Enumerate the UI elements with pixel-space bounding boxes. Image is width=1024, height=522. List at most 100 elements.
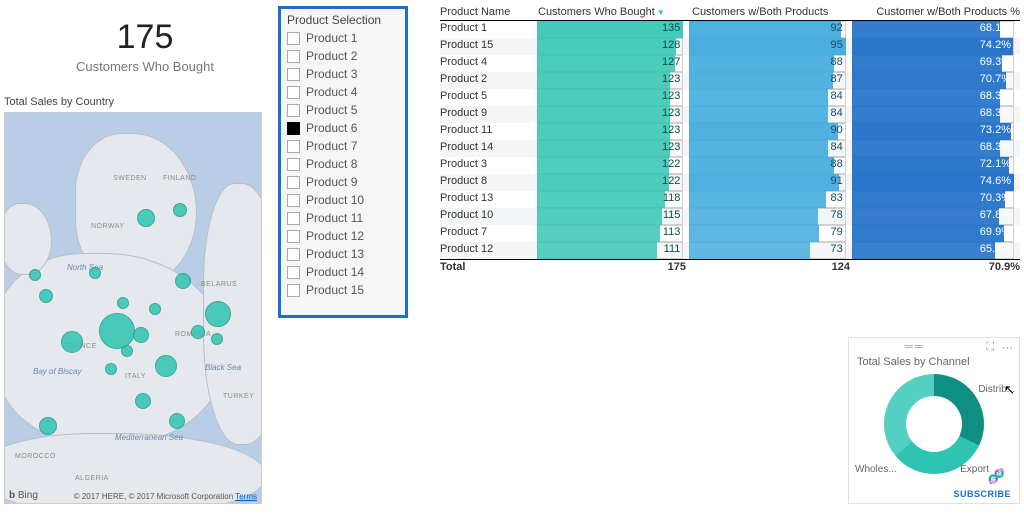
bar-cell: 123 bbox=[537, 89, 683, 106]
table-row[interactable]: Product 101157867.8% bbox=[440, 208, 1020, 225]
table-row[interactable]: Product 81229174.6% bbox=[440, 174, 1020, 191]
checkbox-icon[interactable] bbox=[287, 248, 300, 261]
checkbox-icon[interactable] bbox=[287, 158, 300, 171]
table-row[interactable]: Product 2123 87 70.7% bbox=[440, 72, 1020, 89]
slicer-item-label: Product 6 bbox=[306, 121, 357, 135]
table-row[interactable]: Product 151289574.2% bbox=[440, 38, 1020, 55]
slicer-item-label: Product 7 bbox=[306, 139, 357, 153]
slicer-item[interactable]: Product 8 bbox=[287, 155, 399, 173]
sea-label: Mediterranean Sea bbox=[115, 433, 183, 442]
table-row[interactable]: Product 51238468.3% bbox=[440, 89, 1020, 106]
slicer-item[interactable]: Product 2 bbox=[287, 47, 399, 65]
bar-cell: 72.1% bbox=[852, 157, 1014, 174]
bar-cell: 84 bbox=[689, 89, 845, 106]
slicer-item-label: Product 14 bbox=[306, 265, 364, 279]
bar-cell: 73.2% bbox=[852, 123, 1014, 140]
drag-handle-icon[interactable]: ══ bbox=[905, 341, 925, 353]
slicer-item-label: Product 3 bbox=[306, 67, 357, 81]
bar-cell: 65.8% bbox=[852, 242, 1014, 259]
product-table[interactable]: Product Name Customers Who Bought▼ Custo… bbox=[440, 6, 1020, 273]
table-row[interactable]: Product 41278869.3% bbox=[440, 55, 1020, 72]
checkbox-icon[interactable] bbox=[287, 212, 300, 225]
bar-cell: 74.6% bbox=[852, 174, 1014, 191]
checkbox-icon[interactable] bbox=[287, 32, 300, 45]
bar-cell: 84 bbox=[689, 140, 845, 157]
table-row[interactable]: Product 141238468.3% bbox=[440, 140, 1020, 157]
table-row[interactable]: Product 71137969.9% bbox=[440, 225, 1020, 242]
bar-cell: 78 bbox=[689, 208, 845, 225]
more-icon[interactable]: ⋯ bbox=[1002, 341, 1013, 354]
col-customers-both[interactable]: Customers w/Both Products bbox=[692, 6, 856, 18]
map-visual[interactable]: SWEDEN FINLAND NORWAY BELARUS FRANCE ITA… bbox=[4, 112, 262, 504]
cell-product-name: Product 14 bbox=[440, 140, 537, 157]
slicer-item-label: Product 13 bbox=[306, 247, 364, 261]
checkbox-icon[interactable] bbox=[287, 230, 300, 243]
map-label: ALGERIA bbox=[75, 475, 109, 482]
checkbox-icon[interactable] bbox=[287, 50, 300, 63]
cell-product-name: Product 7 bbox=[440, 225, 537, 242]
slicer-item[interactable]: Product 14 bbox=[287, 263, 399, 281]
slicer-item-label: Product 11 bbox=[306, 211, 363, 225]
bar-cell: 118 bbox=[537, 191, 683, 208]
cell-product-name: Product 15 bbox=[440, 38, 537, 55]
kpi-card: 175 Customers Who Bought bbox=[30, 18, 260, 74]
checkbox-icon[interactable] bbox=[287, 140, 300, 153]
table-row[interactable]: Product 31228872.1% bbox=[440, 157, 1020, 174]
terms-link[interactable]: Terms bbox=[235, 492, 257, 501]
slicer-title: Product Selection bbox=[287, 13, 399, 27]
checkbox-icon[interactable] bbox=[287, 266, 300, 279]
table-row[interactable]: Product 91238468.3% bbox=[440, 106, 1020, 123]
product-slicer[interactable]: Product Selection Product 1Product 2 Prod… bbox=[278, 6, 408, 318]
bar-cell: 83 bbox=[689, 191, 845, 208]
cell-product-name: Product 5 bbox=[440, 89, 537, 106]
slicer-item[interactable]: Product 5 bbox=[287, 101, 399, 119]
bar-cell: 69.9% bbox=[852, 225, 1014, 242]
slicer-item[interactable]: Product 1 bbox=[287, 29, 399, 47]
subscribe-link[interactable]: SUBSCRIBE bbox=[953, 489, 1011, 499]
bar-cell: 123 bbox=[537, 106, 683, 123]
col-product-name[interactable]: Product Name bbox=[440, 6, 538, 18]
bar-cell: 68.1% bbox=[852, 21, 1014, 38]
checkbox-icon[interactable] bbox=[287, 176, 300, 189]
bar-cell: 88 bbox=[689, 157, 845, 174]
map-label: SWEDEN bbox=[113, 175, 147, 182]
bar-cell: 123 bbox=[537, 72, 683, 89]
channel-donut-card[interactable]: ══ ⛶ ⋯ Total Sales by Channel Distrib...… bbox=[848, 337, 1020, 504]
table-row[interactable]: Product 131188370.3% bbox=[440, 191, 1020, 208]
slicer-item[interactable]: Product 3 bbox=[287, 65, 399, 83]
cell-product-name: Product 2 bbox=[440, 72, 537, 89]
table-row[interactable]: Product 111239073.2% bbox=[440, 123, 1020, 140]
map-attribution: © 2017 HERE, © 2017 Microsoft Corporatio… bbox=[74, 492, 257, 501]
bar-cell: 67.8% bbox=[852, 208, 1014, 225]
kpi-value: 175 bbox=[30, 18, 260, 57]
slicer-item[interactable]: Product 11 bbox=[287, 209, 399, 227]
checkbox-icon[interactable] bbox=[287, 284, 300, 297]
checkbox-icon[interactable] bbox=[287, 122, 300, 135]
bar-cell: 90 bbox=[689, 123, 845, 140]
bar-cell: 70.7% bbox=[852, 72, 1014, 89]
checkbox-icon[interactable] bbox=[287, 194, 300, 207]
donut-chart[interactable] bbox=[884, 374, 984, 474]
table-row[interactable]: Product 11359268.1% bbox=[440, 21, 1020, 38]
col-customers-bought[interactable]: Customers Who Bought▼ bbox=[538, 6, 692, 18]
bar-cell: 92 bbox=[689, 21, 845, 38]
bar-cell: 87 bbox=[689, 72, 845, 89]
checkbox-icon[interactable] bbox=[287, 68, 300, 81]
slicer-item[interactable]: Product 10 bbox=[287, 191, 399, 209]
slicer-item[interactable]: Product 13 bbox=[287, 245, 399, 263]
bar-cell: 111 bbox=[537, 242, 683, 259]
col-customers-both-pct[interactable]: Customer w/Both Products % bbox=[856, 6, 1020, 18]
checkbox-icon[interactable] bbox=[287, 104, 300, 117]
slicer-item[interactable]: Product 12 bbox=[287, 227, 399, 245]
bar-cell: 122 bbox=[537, 157, 683, 174]
slicer-item[interactable]: Product 6 bbox=[287, 119, 399, 137]
checkbox-icon[interactable] bbox=[287, 86, 300, 99]
slicer-item[interactable]: Product 9 bbox=[287, 173, 399, 191]
table-row[interactable]: Product 121117365.8% bbox=[440, 242, 1020, 259]
slicer-item[interactable]: Product 15 bbox=[287, 281, 399, 299]
slicer-item[interactable]: Product 7 bbox=[287, 137, 399, 155]
bar-cell: 68.3% bbox=[852, 106, 1014, 123]
focus-mode-icon[interactable]: ⛶ bbox=[986, 341, 994, 354]
sea-label: Black Sea bbox=[205, 363, 241, 372]
slicer-item[interactable]: Product 4 bbox=[287, 83, 399, 101]
